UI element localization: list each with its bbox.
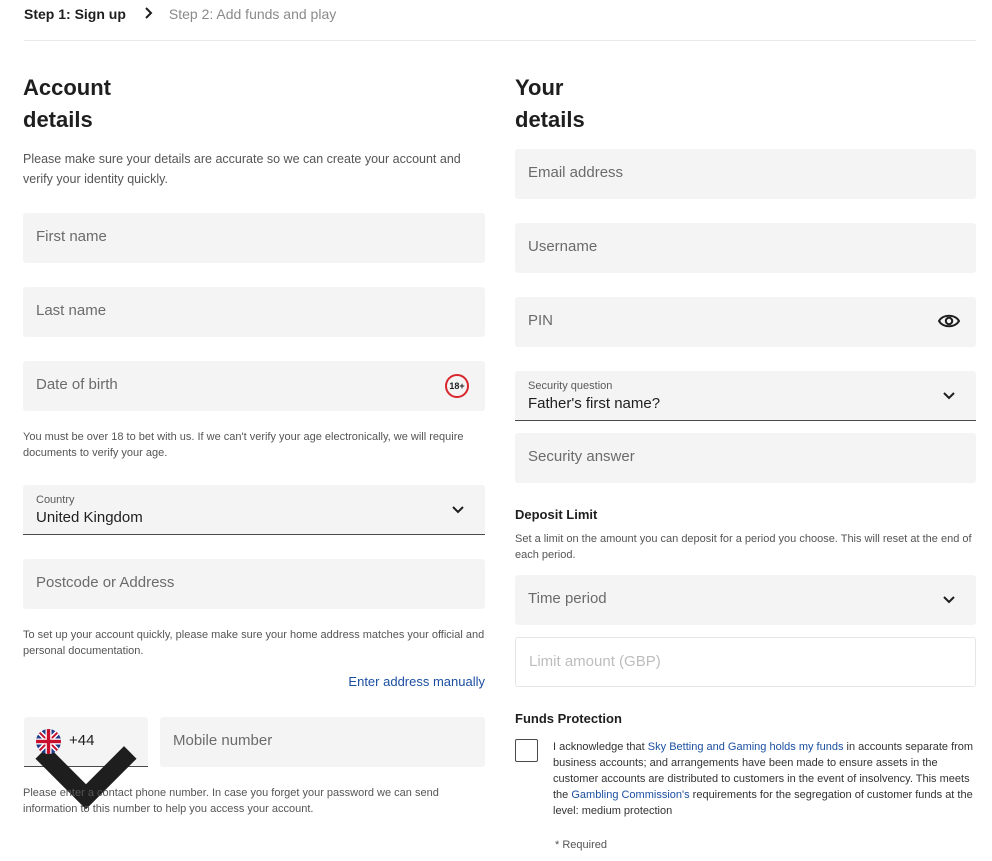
age-note: You must be over 18 to bet with us. If w… xyxy=(23,431,464,459)
age-18-plus-icon: 18+ xyxy=(445,374,469,398)
show-pin-eye-icon[interactable] xyxy=(938,312,960,330)
date-of-birth-input[interactable]: Date of birth 18+ xyxy=(23,361,485,411)
chevron-down-icon xyxy=(943,392,955,400)
funds-protection-text: I acknowledge that Sky Betting and Gamin… xyxy=(553,741,974,817)
security-question-select[interactable]: Security question Father's first name? xyxy=(515,371,976,421)
gambling-commission-link[interactable]: Gambling Commission's xyxy=(571,789,689,801)
step-sign-up: Step 1: Sign up xyxy=(24,6,126,22)
uk-flag-icon xyxy=(36,729,61,754)
sky-betting-funds-link[interactable]: Sky Betting and Gaming holds my funds xyxy=(648,741,844,753)
account-details-title: Account details xyxy=(23,75,111,132)
chevron-down-icon xyxy=(943,596,955,604)
step-add-funds: Step 2: Add funds and play xyxy=(168,6,337,22)
enter-address-manually-link[interactable]: Enter address manually xyxy=(348,674,485,689)
chevron-down-icon xyxy=(452,506,464,514)
address-note: To set up your account quickly, please m… xyxy=(23,629,485,657)
deposit-limit-note: Set a limit on the amount you can deposi… xyxy=(515,533,972,561)
country-select[interactable]: Country United Kingdom xyxy=(23,485,485,535)
your-details-title: Your details xyxy=(515,75,585,132)
security-answer-input[interactable]: Security answer xyxy=(515,433,976,483)
funds-protection-checkbox[interactable] xyxy=(515,739,538,762)
email-input[interactable]: Email address xyxy=(515,149,976,199)
first-name-input[interactable]: First name xyxy=(23,213,485,263)
deposit-limit-heading: Deposit Limit xyxy=(515,507,598,522)
last-name-input[interactable]: Last name xyxy=(23,287,485,337)
phone-country-code-select[interactable]: +44 xyxy=(24,717,148,810)
mobile-number-input[interactable]: Mobile number xyxy=(160,717,485,767)
pin-input[interactable]: PIN xyxy=(515,297,976,347)
account-intro-text: Please make sure your details are accura… xyxy=(23,152,461,186)
phone-note: Please enter a contact phone number. In … xyxy=(23,787,439,815)
funds-protection-heading: Funds Protection xyxy=(515,711,622,726)
postcode-address-input[interactable]: Postcode or Address xyxy=(23,559,485,609)
username-input[interactable]: Username xyxy=(515,223,976,273)
progress-steps: Step 1: Sign up Step 2: Add funds and pl… xyxy=(24,0,976,41)
time-period-select[interactable]: Time period xyxy=(515,575,976,625)
limit-amount-input[interactable]: Limit amount (GBP) xyxy=(515,637,976,687)
chevron-right-icon xyxy=(145,7,153,19)
required-note: * Required xyxy=(555,839,607,851)
